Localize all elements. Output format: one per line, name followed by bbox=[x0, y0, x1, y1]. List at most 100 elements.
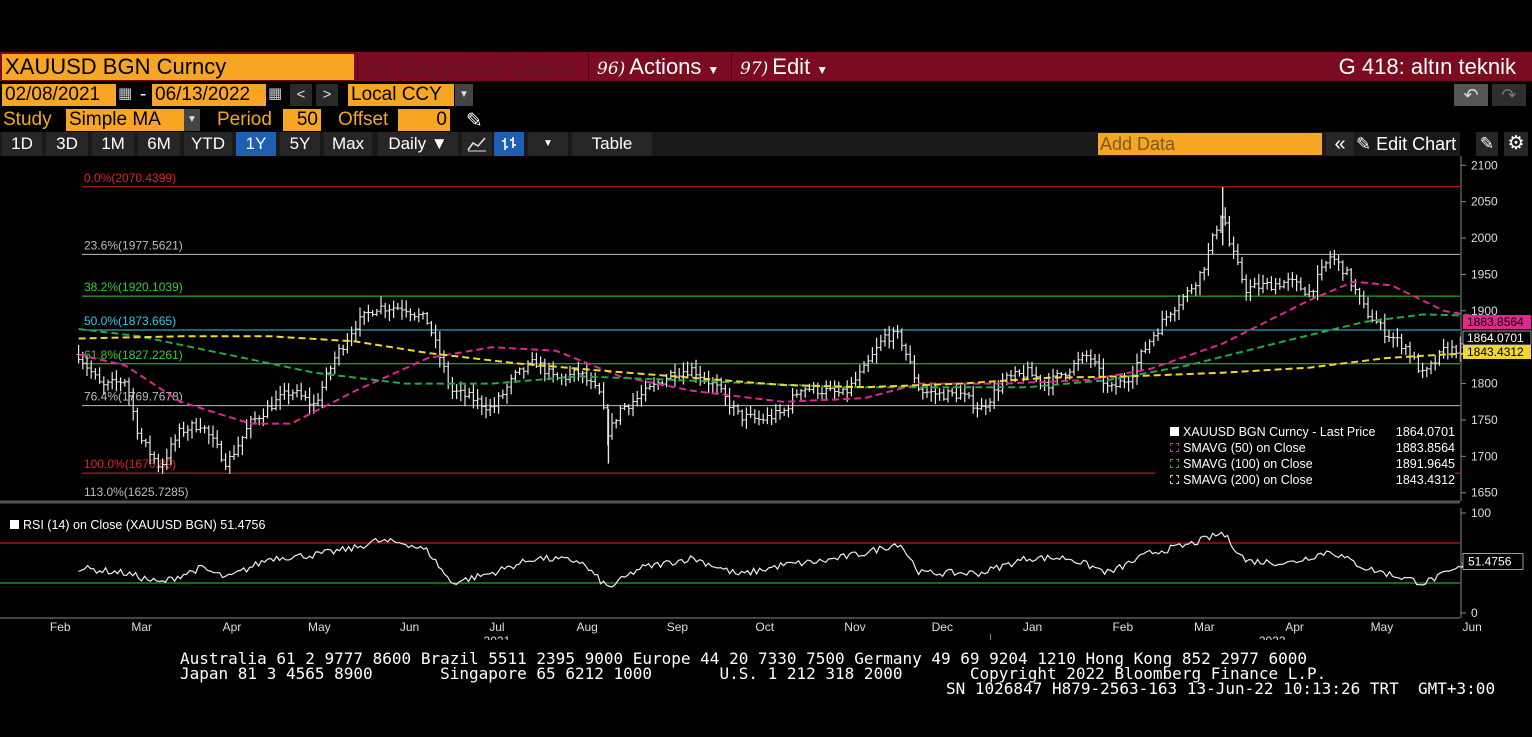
month-tick-label: Apr bbox=[223, 620, 242, 634]
price-tag-label: 1883.8564 bbox=[1467, 315, 1524, 329]
legend-label-price: XAUUSD BGN Curncy - Last Price bbox=[1183, 425, 1376, 439]
price-chart[interactable]: 0.0%(2070.4399) 23.6%(1977.5621) 38.2%(192… bbox=[0, 156, 1532, 640]
settings-gear-icon[interactable]: ⚙ bbox=[1504, 132, 1528, 156]
month-tick-label: Apr bbox=[1285, 620, 1304, 634]
timeframe-ytd[interactable]: YTD bbox=[184, 132, 232, 156]
timeframe-6m[interactable]: 6M bbox=[138, 132, 180, 156]
month-tick-label: Feb bbox=[1112, 620, 1133, 634]
fib-label: 38.2%(1920.1039) bbox=[84, 280, 183, 294]
timeframe-5y[interactable]: 5Y bbox=[280, 132, 320, 156]
bar-chart-glyph bbox=[502, 137, 516, 150]
legend-value-ma200: 1843.4312 bbox=[1395, 473, 1455, 487]
timeframe-3d[interactable]: 3D bbox=[46, 132, 88, 156]
currency-select[interactable]: Local CCY bbox=[348, 84, 454, 106]
month-tick-label: Feb bbox=[50, 620, 71, 634]
month-tick-label: Jun bbox=[400, 620, 419, 634]
next-period-button[interactable]: > bbox=[316, 84, 338, 106]
price-tick-label: 1700 bbox=[1471, 449, 1498, 463]
rsi-tick-label: 0 bbox=[1471, 606, 1478, 620]
month-tick-label: Sep bbox=[667, 620, 689, 634]
caret-down-icon[interactable]: ▼ bbox=[455, 84, 473, 106]
legend-value-ma100: 1891.9645 bbox=[1395, 457, 1455, 471]
time-axis: Feb Mar Apr May Jun Jul Aug Sep Oct Nov Dec Jan Feb M… bbox=[0, 617, 1482, 640]
suggested-charts-menu[interactable]: 94) Suggested Charts bbox=[357, 53, 587, 80]
edit-menu[interactable]: 97) Edit ▼ bbox=[731, 53, 837, 80]
timeframe-max[interactable]: Max bbox=[324, 132, 372, 156]
legend-row-ma100: SMAVG (100) on Close 1891.9645 bbox=[1155, 456, 1455, 472]
menu-number: 96) bbox=[597, 59, 626, 79]
date-separator: - bbox=[140, 84, 147, 105]
rsi-title: RSI (14) on Close (XAUUSD BGN) 51.4756 bbox=[10, 518, 265, 532]
price-tag-label: 1843.4312 bbox=[1467, 345, 1524, 359]
price-tag-label: 1864.0701 bbox=[1467, 331, 1524, 345]
study-type-select[interactable]: Simple MA bbox=[66, 109, 184, 131]
edit-layout-icon[interactable]: ✎ bbox=[1476, 132, 1498, 156]
price-tick-label: 1800 bbox=[1471, 377, 1498, 391]
add-data-input[interactable]: Add Data bbox=[1098, 133, 1322, 155]
edit-label: Edit bbox=[772, 54, 811, 79]
month-tick-label: Nov bbox=[844, 620, 865, 634]
month-tick-label: May bbox=[308, 620, 331, 634]
rsi-title-label: RSI (14) on Close (XAUUSD BGN) 51.4756 bbox=[23, 518, 266, 532]
caret-down-icon[interactable]: ▼ bbox=[184, 109, 200, 131]
end-date-field[interactable]: 06/13/2022 bbox=[152, 84, 266, 106]
month-tick-label: Mar bbox=[131, 620, 152, 634]
rsi-swatch bbox=[10, 520, 19, 529]
price-tick-label: 2050 bbox=[1471, 195, 1498, 209]
actions-menu[interactable]: 96) Actions ▼ bbox=[588, 53, 730, 80]
caret-down-icon: ▼ bbox=[707, 63, 720, 77]
chart-type-caret-icon[interactable]: ▼ bbox=[528, 132, 568, 156]
actions-label: Actions bbox=[629, 54, 702, 79]
moving-averages bbox=[78, 280, 1506, 425]
caret-down-icon: ▼ bbox=[816, 63, 829, 77]
fib-label: 113.0%(1625.7285) bbox=[84, 485, 189, 499]
sma200-line bbox=[78, 335, 1506, 389]
bar-chart-icon[interactable] bbox=[494, 132, 524, 156]
legend-row-price: XAUUSD BGN Curncy - Last Price 1864.0701 bbox=[1155, 424, 1455, 440]
timeframe-1m[interactable]: 1M bbox=[92, 132, 134, 156]
edit-chart-button[interactable]: ✎ Edit Chart bbox=[1356, 132, 1456, 156]
pencil-icon: ✎ bbox=[1356, 134, 1372, 154]
year-tick-label: 2022 bbox=[1259, 634, 1286, 640]
timeframe-1d[interactable]: 1D bbox=[2, 132, 42, 156]
legend-row-ma50: SMAVG (50) on Close 1883.8564 bbox=[1155, 440, 1455, 456]
timeframe-1y[interactable]: 1Y bbox=[236, 132, 276, 156]
fib-label: 23.6%(1977.5621) bbox=[84, 238, 183, 252]
redo-icon[interactable]: ↷ bbox=[1492, 84, 1526, 106]
month-tick-label: Mar bbox=[1194, 620, 1215, 634]
price-tick-label: 1750 bbox=[1471, 413, 1498, 427]
legend-swatch-ma100 bbox=[1170, 459, 1179, 468]
table-button[interactable]: Table bbox=[572, 132, 652, 156]
price-tick-label: 1950 bbox=[1471, 267, 1498, 281]
menu-number: 97) bbox=[740, 59, 769, 79]
chart-legend: XAUUSD BGN Curncy - Last Price 1864.0701 … bbox=[1155, 424, 1455, 494]
legend-swatch-price bbox=[1170, 427, 1179, 436]
rsi-tick-label: 100 bbox=[1471, 506, 1491, 520]
month-tick-label: Jul bbox=[489, 620, 504, 634]
period-label: Period bbox=[217, 109, 272, 130]
previous-period-button[interactable]: < bbox=[290, 84, 312, 106]
price-tick-label: 1650 bbox=[1471, 486, 1498, 500]
interval-label: Daily bbox=[388, 134, 427, 153]
line-chart-icon[interactable] bbox=[462, 132, 492, 156]
fib-label: 61.8%(1827.2261) bbox=[84, 348, 183, 362]
pencil-icon[interactable]: ✎ bbox=[466, 108, 483, 133]
month-tick-label: May bbox=[1371, 620, 1394, 634]
legend-label-ma100: SMAVG (100) on Close bbox=[1183, 457, 1313, 471]
legend-label-ma200: SMAVG (200) on Close bbox=[1183, 473, 1313, 487]
legend-swatch-ma200 bbox=[1170, 475, 1179, 484]
calendar-icon[interactable]: ▦ bbox=[118, 84, 132, 102]
calendar-icon[interactable]: ▦ bbox=[268, 84, 282, 102]
undo-icon[interactable]: ↶ bbox=[1454, 84, 1488, 106]
offset-input[interactable]: 0 bbox=[398, 109, 450, 131]
caret-down-icon: ▼ bbox=[430, 134, 448, 153]
page-title: G 418: altın teknik bbox=[1338, 54, 1516, 79]
interval-select[interactable]: Daily ▼ bbox=[378, 132, 458, 156]
period-input[interactable]: 50 bbox=[283, 109, 321, 131]
month-tick-label: Jan bbox=[1023, 620, 1042, 634]
start-date-field[interactable]: 02/08/2021 bbox=[2, 84, 116, 106]
fib-label: 0.0%(2070.4399) bbox=[84, 171, 176, 185]
ticker-field[interactable]: XAUUSD BGN Curncy bbox=[2, 54, 354, 80]
edit-chart-label: Edit Chart bbox=[1376, 134, 1457, 154]
collapse-left-icon[interactable]: « bbox=[1326, 132, 1354, 156]
